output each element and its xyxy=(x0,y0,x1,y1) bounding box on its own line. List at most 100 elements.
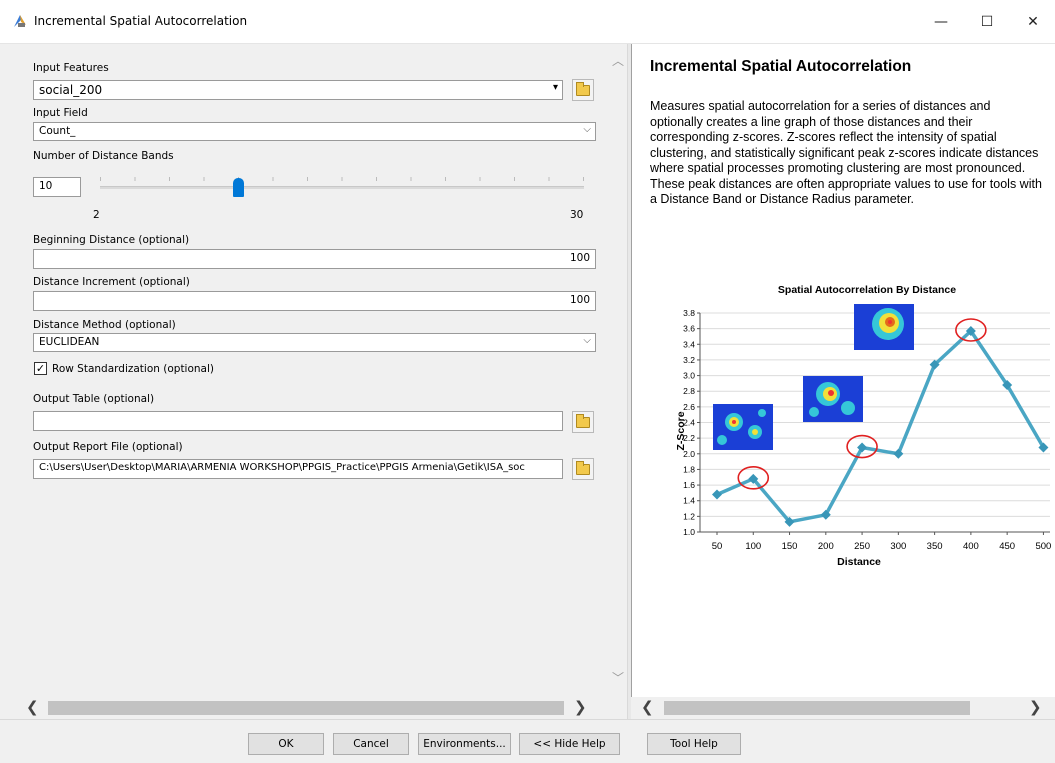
beginning-distance-input[interactable]: 100 xyxy=(33,249,596,269)
y-tick-label: 1.4 xyxy=(683,496,695,506)
parameters-pane: Input Features social_200 ▾ Input Field … xyxy=(14,44,628,719)
distance-bands-value: 10 xyxy=(39,180,53,192)
x-tick-label: 200 xyxy=(818,541,834,552)
output-report-label: Output Report File (optional) xyxy=(33,441,183,453)
input-features-value: social_200 xyxy=(39,83,103,97)
output-table-label: Output Table (optional) xyxy=(33,393,155,405)
x-tick-label: 450 xyxy=(999,541,1015,552)
slider-max-label: 30 xyxy=(570,209,584,221)
distance-bands-slider[interactable] xyxy=(100,177,584,199)
distance-method-select[interactable]: EUCLIDEAN ⌵ xyxy=(33,333,596,352)
folder-icon xyxy=(576,413,590,428)
chart-title: Spatial Autocorrelation By Distance xyxy=(778,284,956,296)
y-tick-label: 1.0 xyxy=(683,527,695,537)
chevron-down-icon: ⌵ xyxy=(583,335,591,346)
close-button[interactable]: ✕ xyxy=(1010,0,1055,44)
vertical-scrollbar[interactable]: ︿ ﹀ xyxy=(608,44,627,719)
dialog-button-bar: OK Cancel Environments... << Hide Help T… xyxy=(0,719,1055,763)
y-tick-label: 1.8 xyxy=(683,464,695,474)
data-point xyxy=(893,448,904,459)
slider-track xyxy=(100,186,584,189)
heatmap-inset-1 xyxy=(713,404,773,450)
spatial-autocorrelation-chart: Spatial Autocorrelation By Distance Z-Sc… xyxy=(675,284,1051,568)
chevron-down-icon: ⌵ xyxy=(583,124,591,135)
browse-input-features-button[interactable] xyxy=(572,79,594,101)
y-tick-label: 1.2 xyxy=(683,511,695,521)
y-tick-label: 2.8 xyxy=(683,386,695,396)
beginning-distance-label: Beginning Distance (optional) xyxy=(33,234,190,246)
maximize-button[interactable]: ☐ xyxy=(964,0,1010,44)
ok-button[interactable]: OK xyxy=(248,733,324,755)
folder-icon xyxy=(576,81,590,96)
minimize-button[interactable]: — xyxy=(918,0,964,44)
x-tick-label: 250 xyxy=(854,541,870,552)
right-scroll-thumb[interactable] xyxy=(664,701,970,715)
checkmark-icon: ✓ xyxy=(35,362,46,375)
left-horizontal-scrollbar[interactable]: ❮ ❯ xyxy=(14,697,594,719)
slider-min-label: 2 xyxy=(93,209,100,221)
hide-help-button[interactable]: << Hide Help xyxy=(519,733,620,755)
x-tick-label: 100 xyxy=(745,541,761,552)
row-standardization-label: Row Standardization (optional) xyxy=(52,363,215,375)
input-features-combo[interactable]: social_200 ▾ xyxy=(33,80,563,100)
x-tick-label: 400 xyxy=(963,541,979,552)
distance-bands-input[interactable]: 10 xyxy=(33,177,81,197)
slider-ticks xyxy=(100,177,584,181)
y-tick-label: 2.6 xyxy=(683,402,695,412)
scroll-up-icon[interactable]: ︿ xyxy=(612,52,624,69)
input-field-value: Count_ xyxy=(39,125,76,137)
y-tick-label: 3.0 xyxy=(683,371,695,381)
help-title: Incremental Spatial Autocorrelation xyxy=(650,58,912,75)
environments-button[interactable]: Environments... xyxy=(418,733,511,755)
y-tick-label: 1.6 xyxy=(683,480,695,490)
left-scroll-thumb[interactable] xyxy=(48,701,564,715)
slider-thumb[interactable] xyxy=(232,178,244,197)
y-tick-label: 3.2 xyxy=(683,355,695,365)
distance-increment-label: Distance Increment (optional) xyxy=(33,276,190,288)
cancel-button[interactable]: Cancel xyxy=(333,733,409,755)
browse-output-table-button[interactable] xyxy=(572,411,594,433)
right-horizontal-scrollbar[interactable]: ❮ ❯ xyxy=(631,697,1055,719)
distance-bands-label: Number of Distance Bands xyxy=(33,150,174,162)
distance-increment-value: 100 xyxy=(569,294,590,306)
dropdown-arrow-icon[interactable]: ▾ xyxy=(553,82,558,93)
row-standardization-checkbox[interactable]: ✓ xyxy=(34,362,47,375)
x-tick-label: 500 xyxy=(1035,541,1051,552)
scroll-left-icon[interactable]: ❮ xyxy=(641,698,654,716)
tool-help-button[interactable]: Tool Help xyxy=(647,733,741,755)
output-table-input[interactable] xyxy=(33,411,563,431)
output-report-value: C:\Users\User\Desktop\MARIA\ARMENIA WORK… xyxy=(39,462,525,473)
window-title: Incremental Spatial Autocorrelation xyxy=(34,14,248,28)
y-tick-label: 3.6 xyxy=(683,324,695,334)
input-field-select[interactable]: Count_ ⌵ xyxy=(33,122,596,141)
scroll-down-icon[interactable]: ﹀ xyxy=(612,669,624,686)
folder-icon xyxy=(576,460,590,475)
help-description: Measures spatial autocorrelation for a s… xyxy=(650,99,1042,206)
y-tick-label: 3.4 xyxy=(683,339,695,349)
toolbox-icon xyxy=(14,15,26,27)
distance-increment-input[interactable]: 100 xyxy=(33,291,596,311)
y-tick-label: 3.8 xyxy=(683,308,695,318)
title-bar: Incremental Spatial Autocorrelation — ☐ … xyxy=(0,0,1055,44)
y-tick-label: 2.0 xyxy=(683,449,695,459)
heatmap-inset-2 xyxy=(803,376,863,422)
distance-method-value: EUCLIDEAN xyxy=(39,336,100,348)
help-pane: Incremental Spatial Autocorrelation Meas… xyxy=(631,44,1055,719)
distance-method-label: Distance Method (optional) xyxy=(33,319,176,331)
x-tick-label: 350 xyxy=(927,541,943,552)
x-axis-label: Distance xyxy=(837,556,881,568)
scroll-left-icon[interactable]: ❮ xyxy=(26,698,39,716)
browse-output-report-button[interactable] xyxy=(572,458,594,480)
x-tick-label: 150 xyxy=(782,541,798,552)
output-report-input[interactable]: C:\Users\User\Desktop\MARIA\ARMENIA WORK… xyxy=(33,459,563,479)
beginning-distance-value: 100 xyxy=(569,252,590,264)
scroll-right-icon[interactable]: ❯ xyxy=(1029,698,1042,716)
x-tick-label: 300 xyxy=(890,541,906,552)
scroll-right-icon[interactable]: ❯ xyxy=(574,698,587,716)
y-tick-label: 2.2 xyxy=(683,433,695,443)
y-tick-label: 2.4 xyxy=(683,418,695,428)
heatmap-inset-3 xyxy=(854,304,914,350)
x-tick-label: 50 xyxy=(712,541,723,552)
data-point xyxy=(712,489,722,500)
input-field-label: Input Field xyxy=(33,107,88,119)
